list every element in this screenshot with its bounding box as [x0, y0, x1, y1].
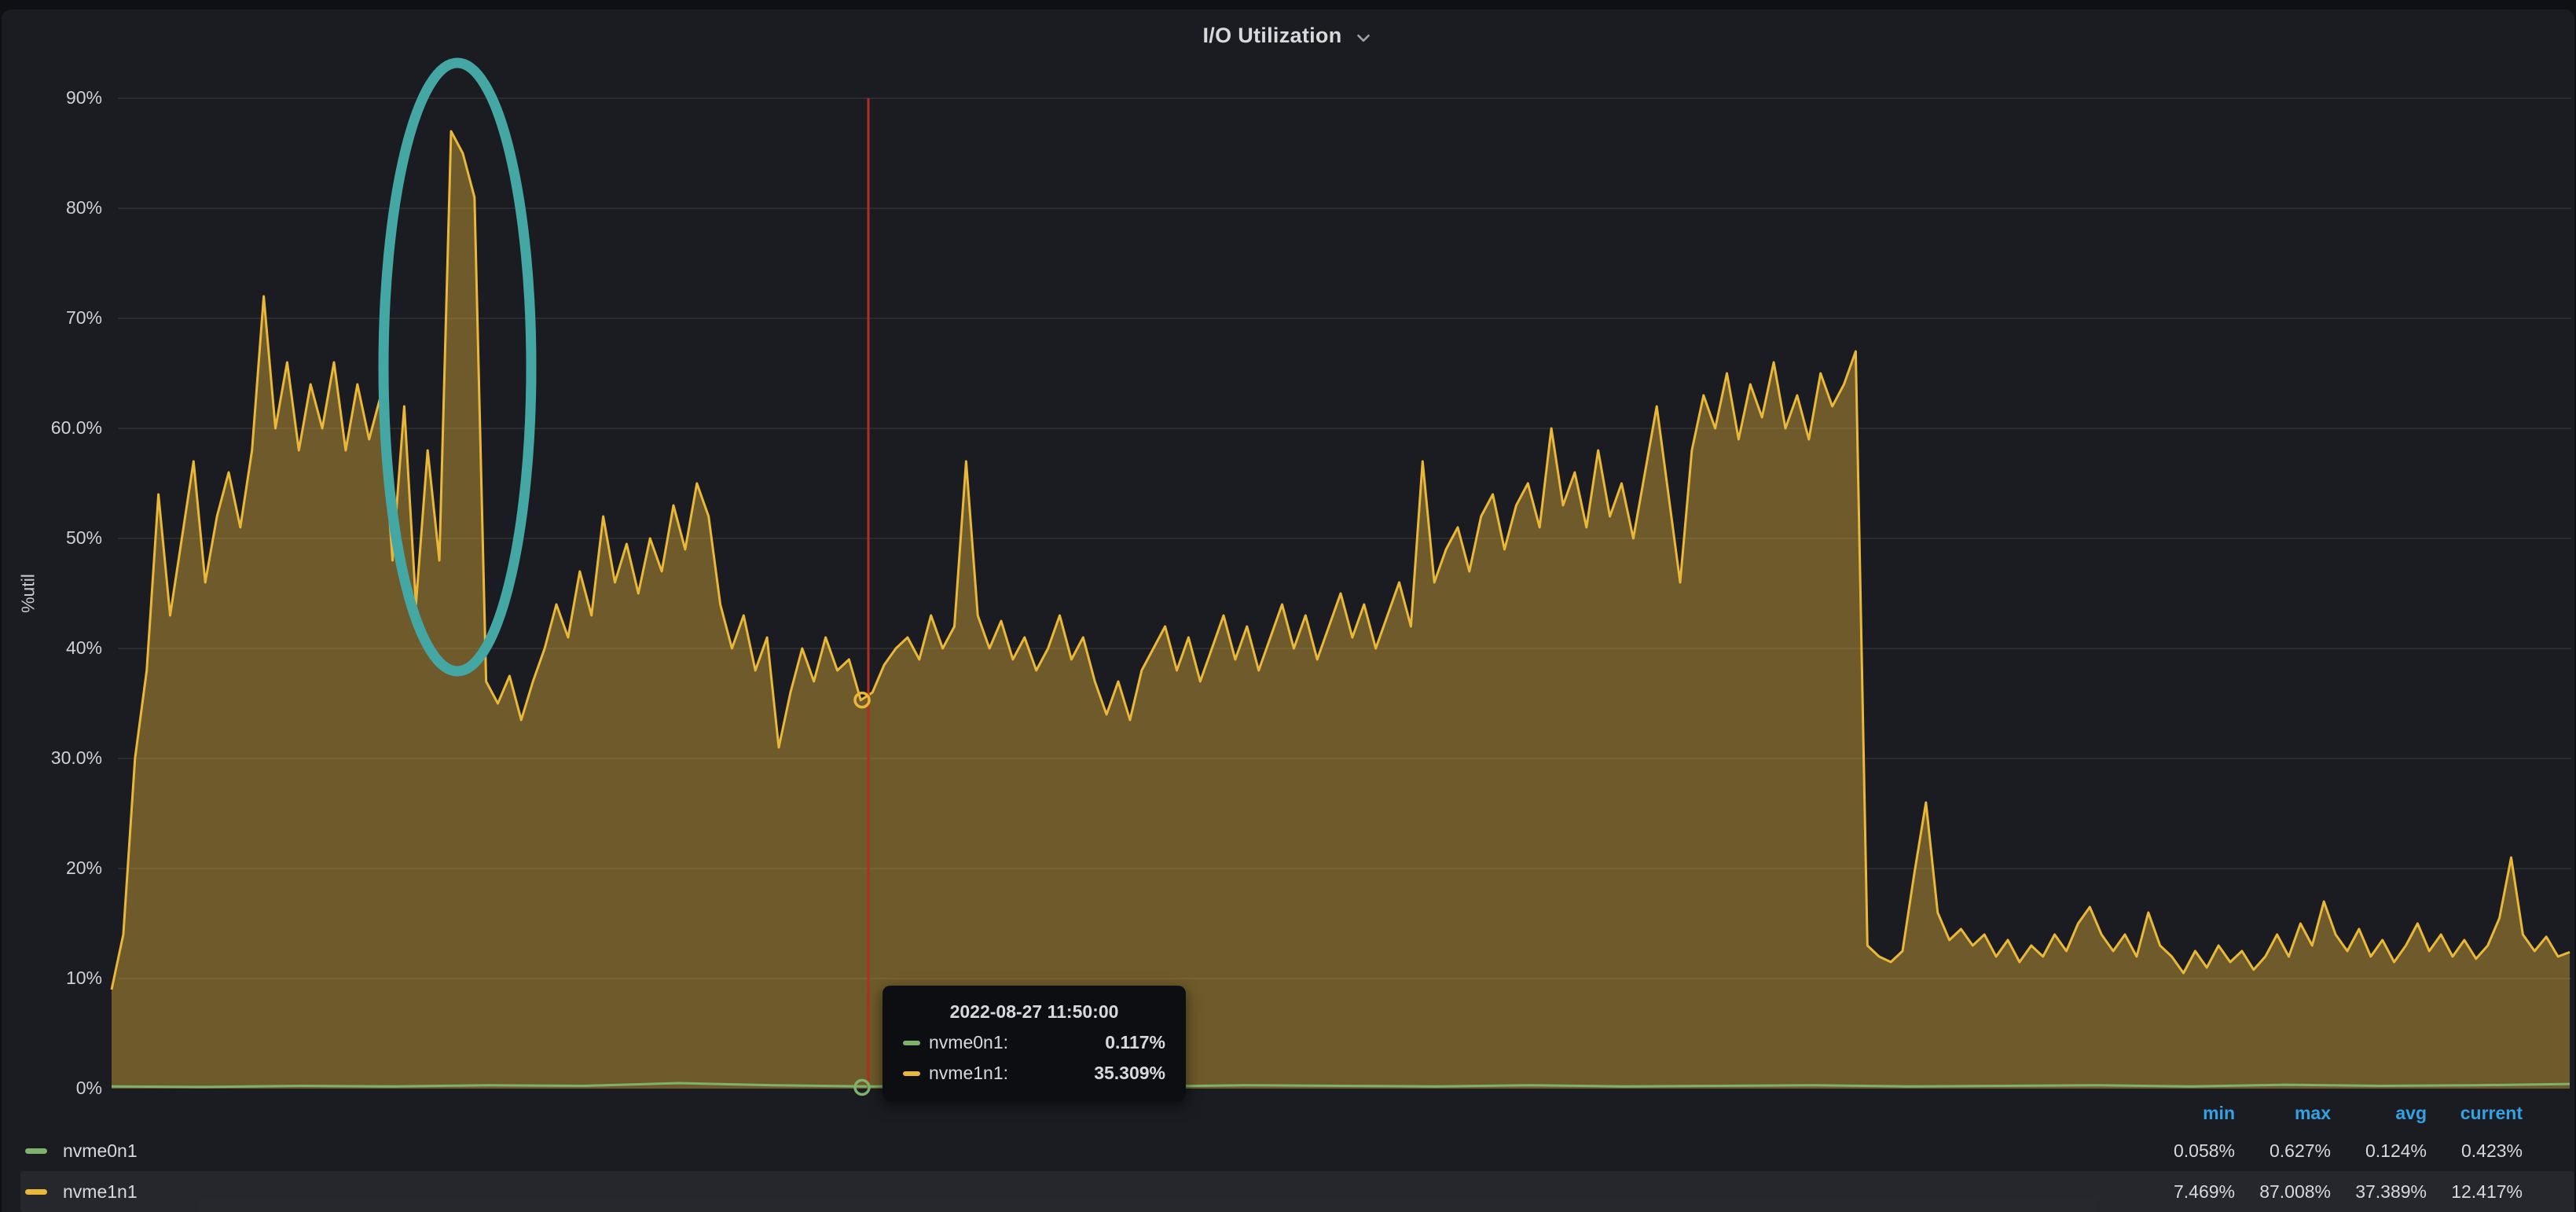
tooltip-series-value: 35.309% [1094, 1063, 1165, 1084]
stat-max: 87.008% [2235, 1181, 2331, 1203]
tooltip-series-value: 0.117% [1105, 1032, 1165, 1053]
series-fill-nvme1n1 [112, 131, 2570, 1089]
stat-min: 0.058% [2139, 1140, 2235, 1162]
legend: min max avg current nvme0n1 0.058% 0.627… [2, 1096, 2574, 1212]
legend-series-name[interactable]: nvme0n1 [63, 1140, 138, 1162]
stat-min: 7.469% [2139, 1181, 2235, 1203]
tooltip-series-name: nvme1n1: [929, 1063, 1008, 1084]
tooltip-timestamp: 2022-08-27 11:50:00 [903, 1001, 1165, 1023]
legend-header-row: min max avg current [2, 1096, 2574, 1130]
tooltip-row: nvme0n1: 0.117% [903, 1032, 1165, 1053]
legend-header-current[interactable]: current [2427, 1103, 2523, 1124]
series-color-dash [25, 1148, 47, 1154]
legend-row-nvme0n1[interactable]: nvme0n1 0.058% 0.627% 0.124% 0.423% [2, 1130, 2574, 1171]
stat-current: 0.423% [2427, 1140, 2523, 1162]
series-color-dash [903, 1071, 920, 1076]
stat-max: 0.627% [2235, 1140, 2331, 1162]
stat-avg: 0.124% [2331, 1140, 2427, 1162]
chart-canvas[interactable] [2, 9, 2576, 1212]
series-color-dash [25, 1189, 47, 1195]
grafana-page: I/O Utilization %util 0%10%20%30.0%40%50… [0, 0, 2576, 1212]
legend-row-nvme1n1[interactable]: nvme1n1 7.469% 87.008% 37.389% 12.417% [2, 1171, 2574, 1212]
stat-avg: 37.389% [2331, 1181, 2427, 1203]
legend-header-avg[interactable]: avg [2331, 1103, 2427, 1124]
tooltip-series-name: nvme0n1: [929, 1032, 1008, 1053]
legend-header-min[interactable]: min [2139, 1103, 2235, 1124]
legend-header-max[interactable]: max [2235, 1103, 2331, 1124]
hover-tooltip: 2022-08-27 11:50:00 nvme0n1: 0.117% nvme… [883, 986, 1186, 1101]
io-utilization-panel: I/O Utilization %util 0%10%20%30.0%40%50… [2, 9, 2574, 1212]
tooltip-row: nvme1n1: 35.309% [903, 1063, 1165, 1084]
series-color-dash [903, 1041, 920, 1045]
stat-current: 12.417% [2427, 1181, 2523, 1203]
legend-series-name[interactable]: nvme1n1 [63, 1181, 138, 1203]
